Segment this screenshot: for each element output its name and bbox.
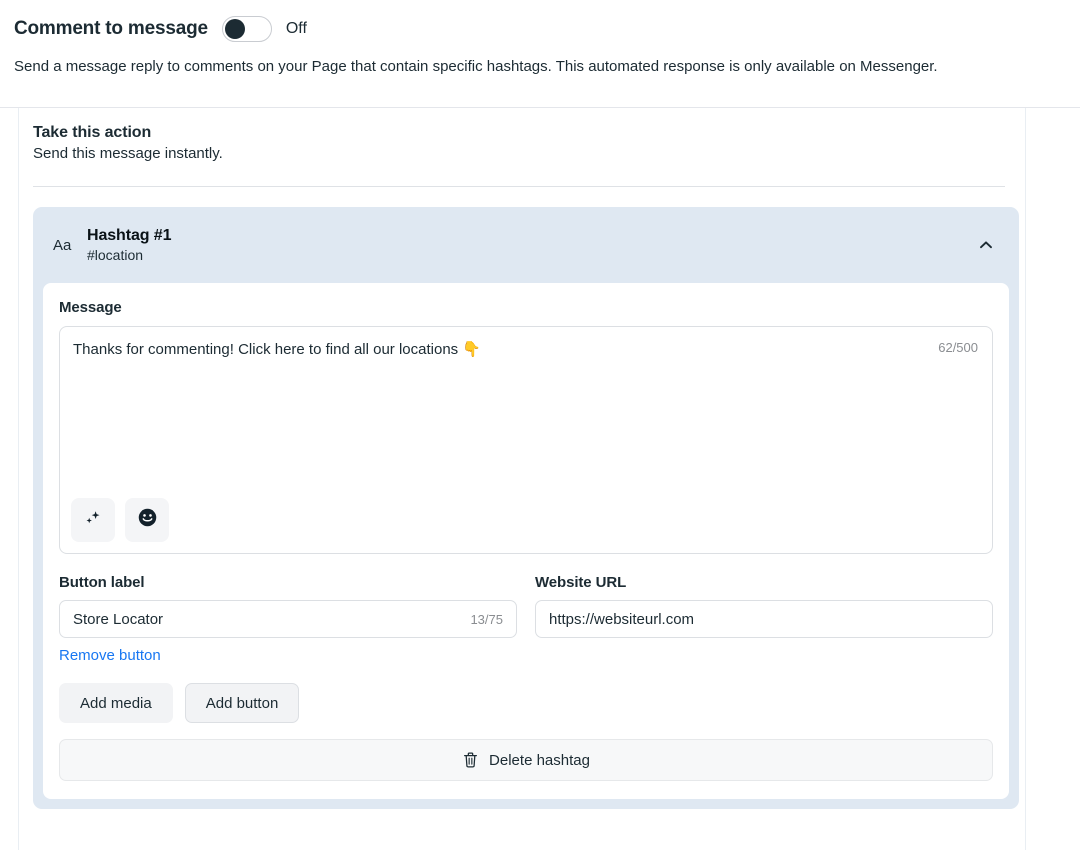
button-label-char-counter: 13/75 — [470, 611, 503, 627]
ai-suggest-button[interactable] — [71, 498, 115, 542]
hashtag-header-text: Hashtag #1 #location — [87, 227, 975, 263]
section-title: Take this action — [33, 124, 152, 141]
page-title: Comment to message — [14, 18, 208, 39]
trash-icon — [462, 751, 479, 769]
message-label: Message — [59, 299, 122, 316]
hashtag-title: Hashtag #1 — [87, 227, 172, 244]
composer-toolbar — [71, 498, 169, 542]
toggle-knob — [224, 19, 245, 39]
remove-button-link[interactable]: Remove button — [59, 647, 161, 664]
button-fields-row: Button label Store Locator 13/75 Remove … — [59, 574, 993, 665]
sparkles-icon — [83, 508, 103, 533]
header-description: Send a message reply to comments on your… — [14, 58, 938, 75]
emoji-picker-button[interactable] — [125, 498, 169, 542]
message-input[interactable]: Thanks for commenting! Click here to fin… — [73, 339, 902, 360]
action-panel: Take this action Send this message insta… — [18, 108, 1026, 850]
website-url-label: Website URL — [535, 574, 627, 591]
website-url-value: https://websiteurl.com — [549, 610, 695, 628]
comment-to-message-toggle[interactable] — [221, 16, 272, 42]
section-subtitle: Send this message instantly. — [33, 145, 223, 162]
delete-hashtag-button[interactable]: Delete hashtag — [59, 739, 993, 781]
button-label-label: Button label — [59, 574, 145, 591]
section-divider — [33, 186, 1005, 187]
header-title-row: Comment to message Off — [14, 12, 1066, 46]
add-media-button[interactable]: Add media — [59, 683, 173, 723]
hashtag-subtitle: #location — [87, 247, 144, 263]
emoji-icon — [137, 507, 158, 533]
hashtag-card-header[interactable]: Aa Hashtag #1 #location — [33, 207, 1019, 283]
toggle-state-label: Off — [285, 20, 307, 37]
add-button-button[interactable]: Add button — [184, 683, 300, 723]
button-label-column: Button label Store Locator 13/75 Remove … — [59, 574, 517, 665]
message-composer[interactable]: Thanks for commenting! Click here to fin… — [59, 326, 993, 554]
website-url-input[interactable]: https://websiteurl.com — [535, 600, 993, 638]
text-format-icon: Aa — [53, 236, 72, 254]
chevron-up-icon[interactable] — [975, 234, 997, 256]
message-char-counter: 62/500 — [938, 340, 978, 355]
button-label-value: Store Locator — [73, 610, 164, 628]
website-url-column: Website URL https://websiteurl.com — [535, 574, 993, 665]
delete-hashtag-label: Delete hashtag — [489, 751, 590, 769]
hashtag-card: Aa Hashtag #1 #location Message Thanks f… — [33, 207, 1019, 809]
comment-to-message-header: Comment to message Off Send a message re… — [0, 0, 1080, 108]
take-this-action-section: Take this action Send this message insta… — [33, 124, 1011, 162]
hashtag-card-body: Message Thanks for commenting! Click her… — [43, 283, 1009, 799]
button-label-input[interactable]: Store Locator 13/75 — [59, 600, 517, 638]
media-button-actions: Add media Add button — [59, 683, 993, 723]
